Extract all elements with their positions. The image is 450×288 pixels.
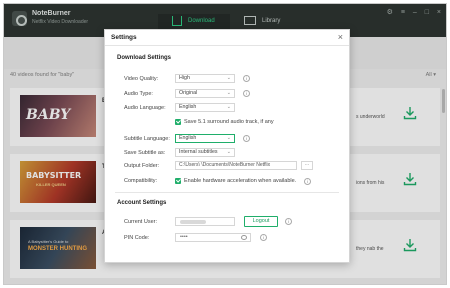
save-subtitle-select[interactable]: Internal subtitles ⌄: [175, 148, 235, 157]
download-settings-heading: Download Settings: [117, 55, 171, 61]
dialog-header: Settings ×: [105, 30, 349, 46]
output-folder-field[interactable]: C:\Users\ \Documents\NoteBurner Netflix: [175, 161, 297, 170]
browse-folder-button[interactable]: ···: [301, 161, 313, 170]
pin-code-field[interactable]: ••••: [175, 233, 251, 242]
video-quality-select[interactable]: High ⌄: [175, 74, 235, 83]
redacted-username: [180, 220, 206, 224]
section-divider: [115, 192, 339, 193]
pin-code-label: PIN Code:: [124, 235, 150, 241]
logout-button[interactable]: Logout: [244, 216, 278, 227]
info-icon[interactable]: i: [243, 135, 250, 142]
hardware-acceleration-label: Enable hardware acceleration when availa…: [184, 178, 297, 184]
info-icon[interactable]: i: [285, 218, 292, 225]
dialog-title: Settings: [111, 34, 137, 41]
info-icon[interactable]: i: [243, 75, 250, 82]
video-quality-value: High: [179, 75, 190, 81]
chevron-down-icon: ⌄: [226, 104, 231, 110]
chevron-down-icon: ⌄: [226, 75, 231, 81]
info-icon[interactable]: i: [260, 234, 267, 241]
audio-language-select[interactable]: English ⌄: [175, 103, 235, 112]
audio-language-label: Audio Language:: [124, 105, 166, 111]
save-subtitle-value: Internal subtitles: [179, 149, 218, 155]
close-icon[interactable]: ×: [338, 32, 343, 42]
chevron-down-icon: ⌄: [226, 90, 231, 96]
subtitle-language-label: Subtitle Language:: [124, 136, 170, 142]
app-window: NoteBurner Netflix Video Downloader Down…: [3, 3, 447, 285]
video-quality-label: Video Quality:: [124, 76, 159, 82]
current-user-field: [175, 217, 235, 226]
output-folder-label: Output Folder:: [124, 163, 160, 169]
subtitle-language-select[interactable]: English ⌄: [175, 134, 235, 143]
audio-language-value: English: [179, 104, 197, 110]
eye-icon[interactable]: [241, 235, 247, 240]
chevron-down-icon: ⌄: [226, 135, 231, 141]
subtitle-language-value: English: [179, 135, 197, 141]
audio-type-value: Original: [179, 90, 198, 96]
compatibility-label: Compatibility:: [124, 178, 158, 184]
account-settings-heading: Account Settings: [117, 200, 167, 206]
info-icon[interactable]: i: [243, 90, 250, 97]
hardware-acceleration-checkbox[interactable]: [175, 178, 181, 184]
surround-label: Save 5.1 surround audio track, if any: [184, 119, 274, 125]
surround-checkbox[interactable]: [175, 119, 181, 125]
pin-code-value: ••••: [180, 234, 188, 240]
audio-type-label: Audio Type:: [124, 91, 153, 97]
chevron-down-icon: ⌄: [226, 149, 231, 155]
current-user-label: Current User:: [124, 219, 158, 225]
save-subtitle-label: Save Subtitle as:: [124, 150, 166, 156]
audio-type-select[interactable]: Original ⌄: [175, 89, 235, 98]
settings-dialog: Settings × Download Settings Video Quali…: [104, 29, 350, 263]
info-icon[interactable]: i: [304, 178, 311, 185]
